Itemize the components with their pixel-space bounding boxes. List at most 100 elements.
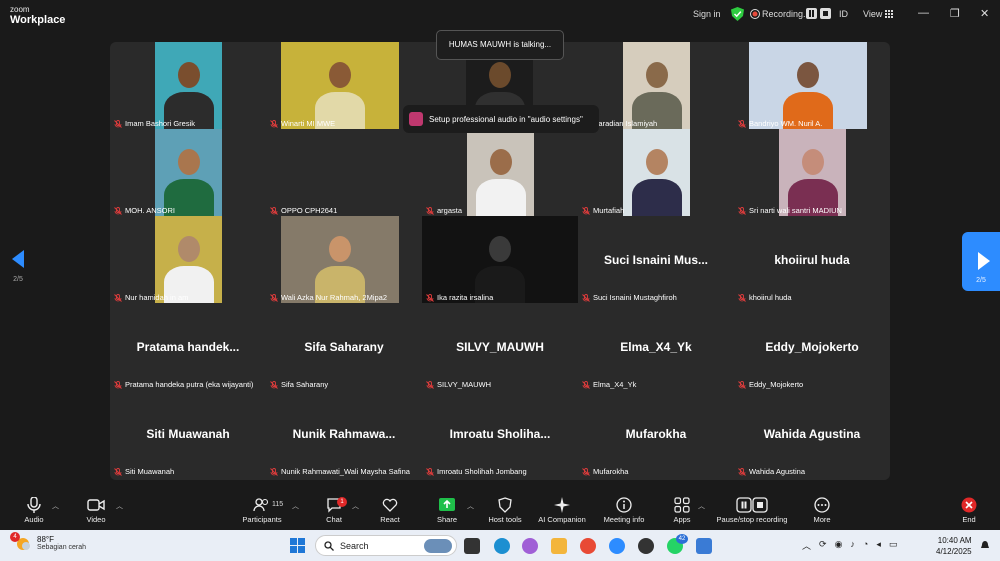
- video-camera-icon: [87, 499, 105, 511]
- ai-companion-button[interactable]: AI Companion: [536, 497, 588, 524]
- participant-name-label: argasta: [426, 206, 462, 215]
- taskbar-search-box[interactable]: Search: [315, 535, 457, 556]
- participant-display-name: Sifa Saharany: [304, 340, 384, 354]
- stop-recording-icon[interactable]: [820, 8, 831, 19]
- participants-options-caret[interactable]: ︿: [292, 501, 299, 511]
- zoom-app-icon[interactable]: [609, 538, 625, 554]
- participant-tile[interactable]: Murtafiah: [578, 129, 734, 216]
- app-icon[interactable]: [696, 538, 712, 554]
- participant-tile[interactable]: khoiirul huda khoiirul huda: [734, 216, 890, 303]
- participant-tile[interactable]: Ika razita irsalina: [422, 216, 578, 303]
- participants-icon: [253, 498, 269, 512]
- chrome-icon[interactable]: [580, 538, 596, 554]
- participant-name: khoiirul huda: [749, 293, 792, 302]
- clock[interactable]: 10:40 AM 4/12/2025: [936, 535, 972, 557]
- battery-icon[interactable]: ▭: [889, 539, 898, 552]
- refresh-icon[interactable]: ⟳: [819, 539, 827, 552]
- close-icon[interactable]: ✕: [980, 7, 989, 20]
- minimize-icon[interactable]: —: [918, 7, 929, 19]
- sign-in-link[interactable]: Sign in: [693, 9, 721, 19]
- windows-start-icon[interactable]: [290, 538, 305, 553]
- view-button[interactable]: View: [863, 9, 882, 19]
- participant-tile[interactable]: Mufarokha Mufarokha: [578, 390, 734, 477]
- restore-icon[interactable]: ❐: [950, 7, 960, 20]
- participant-tile[interactable]: Imam Bashori Gresik: [110, 42, 266, 129]
- participant-video: [155, 42, 222, 129]
- notification-bell-icon[interactable]: [980, 540, 990, 550]
- video-options-caret[interactable]: ︿: [116, 501, 123, 511]
- participant-tile[interactable]: MOH. ANSORI: [110, 129, 266, 216]
- tray-overflow-icon[interactable]: ︿: [802, 539, 811, 552]
- wifi-icon[interactable]: ◔: [863, 539, 868, 552]
- apps-button[interactable]: Apps: [670, 497, 694, 524]
- participants-count: 115: [272, 501, 284, 508]
- participant-name-label: OPPO CPH2641: [270, 206, 337, 215]
- active-speaker-toast: HUMAS MAUWH is talking...: [436, 30, 564, 60]
- participant-name-label: Bandriyo WM. Nuril A.: [738, 119, 822, 128]
- participant-tile[interactable]: Wahida Agustina Wahida Agustina: [734, 390, 890, 477]
- share-label: Share: [436, 515, 457, 524]
- meeting-toolbar: Audio ︿ Video ︿ Participants 115 ︿ Chat …: [0, 492, 1000, 530]
- react-button[interactable]: React: [377, 497, 403, 524]
- participant-tile[interactable]: Wali Azka Nur Rahmah, 2Mipa2: [266, 216, 422, 303]
- participant-tile[interactable]: Eddy_Mojokerto Eddy_Mojokerto: [734, 303, 890, 390]
- host-tools-button[interactable]: Host tools: [486, 497, 524, 524]
- video-button[interactable]: Video: [82, 497, 110, 524]
- participant-tile[interactable]: Pratama handek... Pratama handeka putra (…: [110, 303, 266, 390]
- meeting-id-button[interactable]: ID: [839, 9, 848, 19]
- copilot-icon[interactable]: [522, 538, 538, 554]
- participant-tile[interactable]: argasta: [422, 129, 578, 216]
- participant-tile[interactable]: Sri narti wali santri MADIUN: [734, 129, 890, 216]
- participant-tile[interactable]: Bandriyo WM. Nuril A.: [734, 42, 890, 129]
- search-label: Search: [340, 540, 369, 551]
- share-button[interactable]: Share: [434, 497, 460, 524]
- pause-recording-icon[interactable]: [806, 8, 817, 19]
- pause-stop-recording-button[interactable]: Pause/stop recording: [712, 497, 792, 524]
- participant-video: [281, 42, 399, 129]
- participant-name: Suci Isnaini Mustaghfiroh: [593, 293, 677, 302]
- participants-label: Participants: [242, 515, 282, 524]
- participant-name: Sifa Saharany: [281, 380, 329, 389]
- media-player-icon[interactable]: [638, 538, 654, 554]
- participant-tile[interactable]: Imroatu Sholiha... Imroatu Sholihah Jomba…: [422, 390, 578, 477]
- participant-tile[interactable]: Elma_X4_Yk Elma_X4_Yk: [578, 303, 734, 390]
- volume-icon[interactable]: ◂: [876, 539, 881, 552]
- participant-name-label: Pratama handeka putra (eka wijayanti): [114, 380, 253, 389]
- previous-page-button[interactable]: 2/5: [8, 250, 28, 283]
- participant-name: MOH. ANSORI: [125, 206, 176, 215]
- edge-icon[interactable]: [494, 538, 510, 554]
- encryption-shield-icon[interactable]: [731, 7, 744, 21]
- participant-display-name: Wahida Agustina: [763, 427, 861, 441]
- share-options-caret[interactable]: ︿: [467, 501, 474, 511]
- participant-tile[interactable]: SILVY_MAUWH SILVY_MAUWH: [422, 303, 578, 390]
- meeting-info-button[interactable]: Meeting info: [600, 497, 648, 524]
- mic-tray-icon[interactable]: ♪: [850, 539, 855, 552]
- participant-display-name: Nunik Rahmawa...: [292, 427, 396, 441]
- audio-button[interactable]: Audio: [20, 497, 48, 524]
- participant-tile[interactable]: Nunik Rahmawa... Nunik Rahmawati_Wali May…: [266, 390, 422, 477]
- system-tray: ︿ ⟳ ◉ ♪ ◔ ◂ ▭: [802, 539, 897, 552]
- more-button[interactable]: More: [810, 497, 834, 524]
- grid-view-icon[interactable]: [885, 10, 893, 18]
- next-page-button[interactable]: 2/5: [962, 232, 1000, 291]
- participant-name-label: Winarti MI MWE: [270, 119, 335, 128]
- participant-tile[interactable]: OPPO CPH2641: [266, 129, 422, 216]
- participant-video: [779, 129, 846, 216]
- file-explorer-icon[interactable]: [551, 538, 567, 554]
- participant-tile[interactable]: Raradian Islamiyah: [578, 42, 734, 129]
- participant-tile[interactable]: Suci Isnaini Mus... Suci Isnaini Mustaghf…: [578, 216, 734, 303]
- security-icon[interactable]: ◉: [835, 539, 843, 552]
- end-meeting-button[interactable]: End: [958, 497, 980, 524]
- zoom-logo: zoom Workplace: [10, 5, 65, 26]
- participant-name-label: Sri narti wali santri MADIUN: [738, 206, 842, 215]
- task-view-icon[interactable]: [464, 538, 480, 554]
- audio-settings-toast[interactable]: Setup professional audio in "audio setti…: [403, 105, 599, 133]
- apps-options-caret[interactable]: ︿: [698, 501, 705, 511]
- participant-tile[interactable]: Winarti MI MWE: [266, 42, 422, 129]
- weather-widget[interactable]: 4 88°F Sebagian cerah: [10, 532, 86, 552]
- chat-options-caret[interactable]: ︿: [352, 501, 359, 511]
- participant-tile[interactable]: Nur hamidah in am: [110, 216, 266, 303]
- participant-tile[interactable]: Siti Muawanah Siti Muawanah: [110, 390, 266, 477]
- participant-tile[interactable]: Sifa Saharany Sifa Saharany: [266, 303, 422, 390]
- audio-options-caret[interactable]: ︿: [52, 501, 59, 511]
